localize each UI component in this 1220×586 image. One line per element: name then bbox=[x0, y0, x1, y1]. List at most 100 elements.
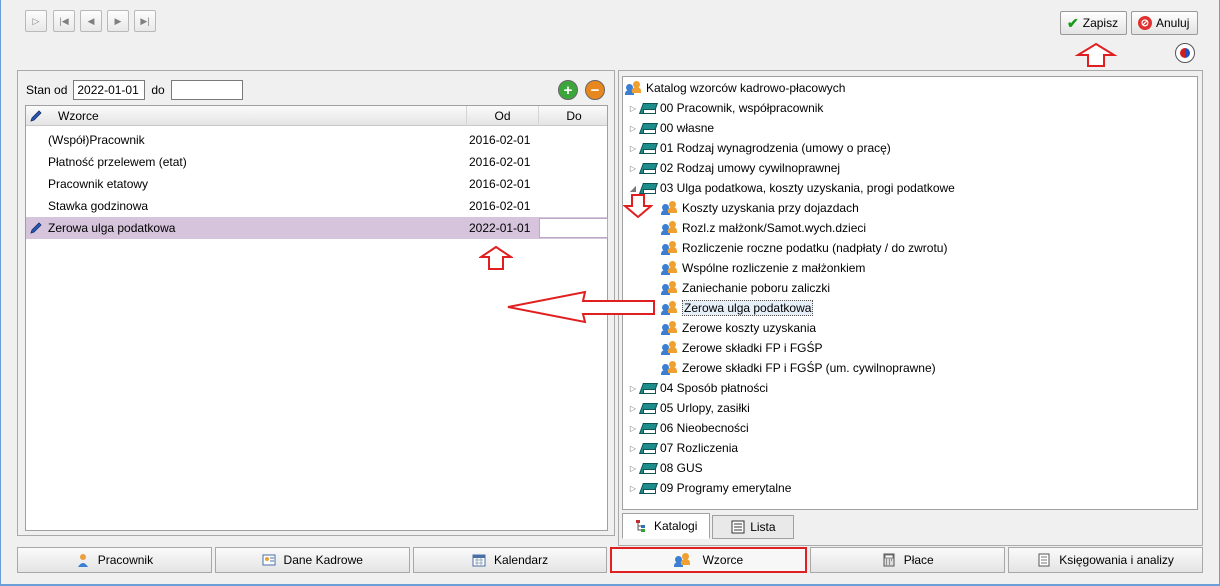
header-od[interactable]: Od bbox=[467, 106, 539, 126]
pencil-icon bbox=[30, 110, 42, 122]
table-row[interactable]: Płatność przelewem (etat) 2016-02-01 bbox=[26, 151, 607, 173]
expand-icon[interactable]: ▷ bbox=[628, 404, 638, 413]
remove-button[interactable]: − bbox=[585, 80, 605, 100]
person-icon bbox=[77, 554, 88, 567]
annotation-arrow-left bbox=[507, 290, 655, 324]
row-od: 2016-02-01 bbox=[469, 177, 531, 191]
tree-group[interactable]: ▷ 08 GUS bbox=[628, 458, 703, 478]
tree-item[interactable]: Zerowe koszty uzyskania bbox=[661, 318, 816, 338]
expand-icon[interactable]: ▷ bbox=[628, 164, 638, 173]
tree-group[interactable]: ▷ 06 Nieobecności bbox=[628, 418, 749, 438]
last-record-icon[interactable]: ▶| bbox=[134, 10, 156, 32]
tab-list[interactable]: Lista bbox=[712, 515, 795, 539]
tree-group[interactable]: ▷ 04 Sposób płatności bbox=[628, 378, 768, 398]
ledger-icon bbox=[1038, 553, 1050, 567]
tree-item[interactable]: Zaniechanie poboru zaliczki bbox=[661, 278, 830, 298]
expand-icon[interactable]: ▷ bbox=[628, 444, 638, 453]
tree-group-label: 09 Programy emerytalne bbox=[660, 481, 792, 495]
save-button[interactable]: ✔ Zapisz bbox=[1060, 11, 1127, 35]
tree-group[interactable]: ▷ 07 Rozliczenia bbox=[628, 438, 738, 458]
info-icon[interactable] bbox=[1175, 43, 1195, 63]
people-icon bbox=[661, 241, 678, 255]
row-name: Pracownik etatowy bbox=[48, 177, 149, 191]
expand-icon[interactable]: ▷ bbox=[628, 104, 638, 113]
catalog-tree: Katalog wzorców kadrowo-płacowych ▷ 00 Pr… bbox=[622, 76, 1198, 510]
tree-group[interactable]: ▷ 09 Programy emerytalne bbox=[628, 478, 791, 498]
nav-kalendarz[interactable]: Kalendarz bbox=[412, 547, 608, 573]
tree-item-label: Wspólne rozliczenie z małżonkiem bbox=[682, 261, 866, 275]
grid-header: Wzorce Od Do bbox=[26, 106, 607, 126]
row-name: Zerowa ulga podatkowa bbox=[48, 221, 176, 235]
nav-wzorce[interactable]: Wzorce bbox=[610, 547, 808, 573]
book-icon bbox=[640, 102, 656, 114]
tab-list-label: Lista bbox=[750, 520, 776, 534]
tree-item[interactable]: Wspólne rozliczenie z małżonkiem bbox=[661, 258, 866, 278]
tree-group-label: 05 Urlopy, zasiłki bbox=[660, 401, 750, 415]
tree-item[interactable]: Rozliczenie roczne podatku (nadpłaty / d… bbox=[661, 238, 948, 258]
nav-pracownik[interactable]: Pracownik bbox=[17, 547, 212, 573]
tree-item[interactable]: Zerowe składki FP i FGŚP bbox=[661, 338, 822, 358]
people-icon bbox=[661, 321, 678, 335]
cancel-label: Anuluj bbox=[1156, 16, 1190, 30]
expand-icon[interactable]: ▷ bbox=[628, 124, 638, 133]
expand-icon[interactable]: ▷ bbox=[628, 144, 638, 153]
tree-group-label: 01 Rodzaj wynagrodzenia (umowy o pracę) bbox=[660, 141, 891, 155]
do-cell-editor[interactable] bbox=[539, 218, 608, 238]
calculator-icon bbox=[883, 553, 895, 567]
id-card-icon bbox=[262, 554, 276, 566]
first-record-icon[interactable]: |◀ bbox=[53, 10, 75, 32]
people-icon bbox=[661, 361, 678, 375]
tree-group[interactable]: ▷ 05 Urlopy, zasiłki bbox=[628, 398, 750, 418]
expand-icon[interactable]: ▷ bbox=[628, 484, 638, 493]
tree-item-label: Zerowe składki FP i FGŚP (um. cywilnopra… bbox=[682, 361, 936, 375]
next-record-icon[interactable]: ▶ bbox=[107, 10, 129, 32]
tree-group[interactable]: ▷ 01 Rodzaj wynagrodzenia (umowy o pracę) bbox=[628, 138, 891, 158]
nav-dane-kadrowe[interactable]: Dane Kadrowe bbox=[214, 547, 410, 573]
book-icon bbox=[640, 162, 656, 174]
header-wzorce[interactable]: Wzorce bbox=[44, 106, 467, 126]
tree-group-label: 03 Ulga podatkowa, koszty uzyskania, pro… bbox=[660, 181, 955, 195]
table-row[interactable]: Pracownik etatowy 2016-02-01 bbox=[26, 173, 607, 195]
expand-icon[interactable]: ▷ bbox=[628, 384, 638, 393]
add-button[interactable]: + bbox=[558, 80, 578, 100]
stan-od-input[interactable]: 2022-01-01 bbox=[73, 80, 146, 100]
calendar-icon bbox=[472, 554, 486, 567]
tree-item-selected[interactable]: Zerowa ulga podatkowa bbox=[661, 298, 814, 318]
tree-group[interactable]: ▷ 00 własne bbox=[628, 118, 714, 138]
table-row-selected[interactable]: Zerowa ulga podatkowa 2022-01-01 bbox=[26, 217, 608, 239]
cancel-button[interactable]: ⊘ Anuluj bbox=[1131, 11, 1198, 35]
tree-root[interactable]: Katalog wzorców kadrowo-płacowych bbox=[625, 78, 845, 98]
expand-icon[interactable]: ▷ bbox=[628, 464, 638, 473]
tree-item[interactable]: Koszty uzyskania przy dojazdach bbox=[661, 198, 859, 218]
people-icon bbox=[661, 341, 678, 355]
tree-group[interactable]: ▷ 02 Rodzaj umowy cywilnoprawnej bbox=[628, 158, 840, 178]
tree-group-label: 00 Pracownik, współpracownik bbox=[660, 101, 824, 115]
collapse-icon[interactable]: ◢ bbox=[628, 184, 638, 193]
tree-group-expanded[interactable]: ◢ 03 Ulga podatkowa, koszty uzyskania, pr… bbox=[628, 178, 955, 198]
nav-ksiegowania[interactable]: Księgowania i analizy bbox=[1008, 547, 1203, 573]
expand-icon[interactable]: ▷ bbox=[628, 424, 638, 433]
people-icon bbox=[673, 553, 691, 567]
row-name: Stawka godzinowa bbox=[48, 199, 149, 213]
tree-group-label: 07 Rozliczenia bbox=[660, 441, 739, 455]
prev-record-icon[interactable]: ◀ bbox=[80, 10, 102, 32]
tree-item-label: Rozliczenie roczne podatku (nadpłaty / d… bbox=[682, 241, 948, 255]
people-icon bbox=[661, 221, 678, 235]
header-do[interactable]: Do bbox=[539, 106, 609, 126]
row-od: 2016-02-01 bbox=[469, 155, 531, 169]
tab-catalogs[interactable]: Katalogi bbox=[622, 513, 711, 539]
people-icon bbox=[661, 281, 678, 295]
people-icon bbox=[661, 261, 678, 275]
play-icon[interactable]: ▷ bbox=[25, 10, 47, 32]
do-label: do bbox=[151, 83, 165, 97]
tree-item[interactable]: Rozl.z małżonk/Samot.wych.dzieci bbox=[661, 218, 866, 238]
tree-item[interactable]: Zerowe składki FP i FGŚP (um. cywilnopra… bbox=[661, 358, 936, 378]
do-input[interactable] bbox=[170, 80, 243, 100]
tree-group[interactable]: ▷ 00 Pracownik, współpracownik bbox=[628, 98, 823, 118]
nav-place[interactable]: Płace bbox=[810, 547, 1006, 573]
table-row[interactable]: (Współ)Pracownik 2016-02-01 bbox=[26, 129, 607, 151]
bottom-navigation: Pracownik Dane Kadrowe Kalendarz Wzorce … bbox=[17, 547, 1203, 573]
tree-group-label: 08 GUS bbox=[660, 461, 703, 475]
nav-label: Wzorce bbox=[702, 553, 744, 567]
table-row[interactable]: Stawka godzinowa 2016-02-01 bbox=[26, 195, 607, 217]
